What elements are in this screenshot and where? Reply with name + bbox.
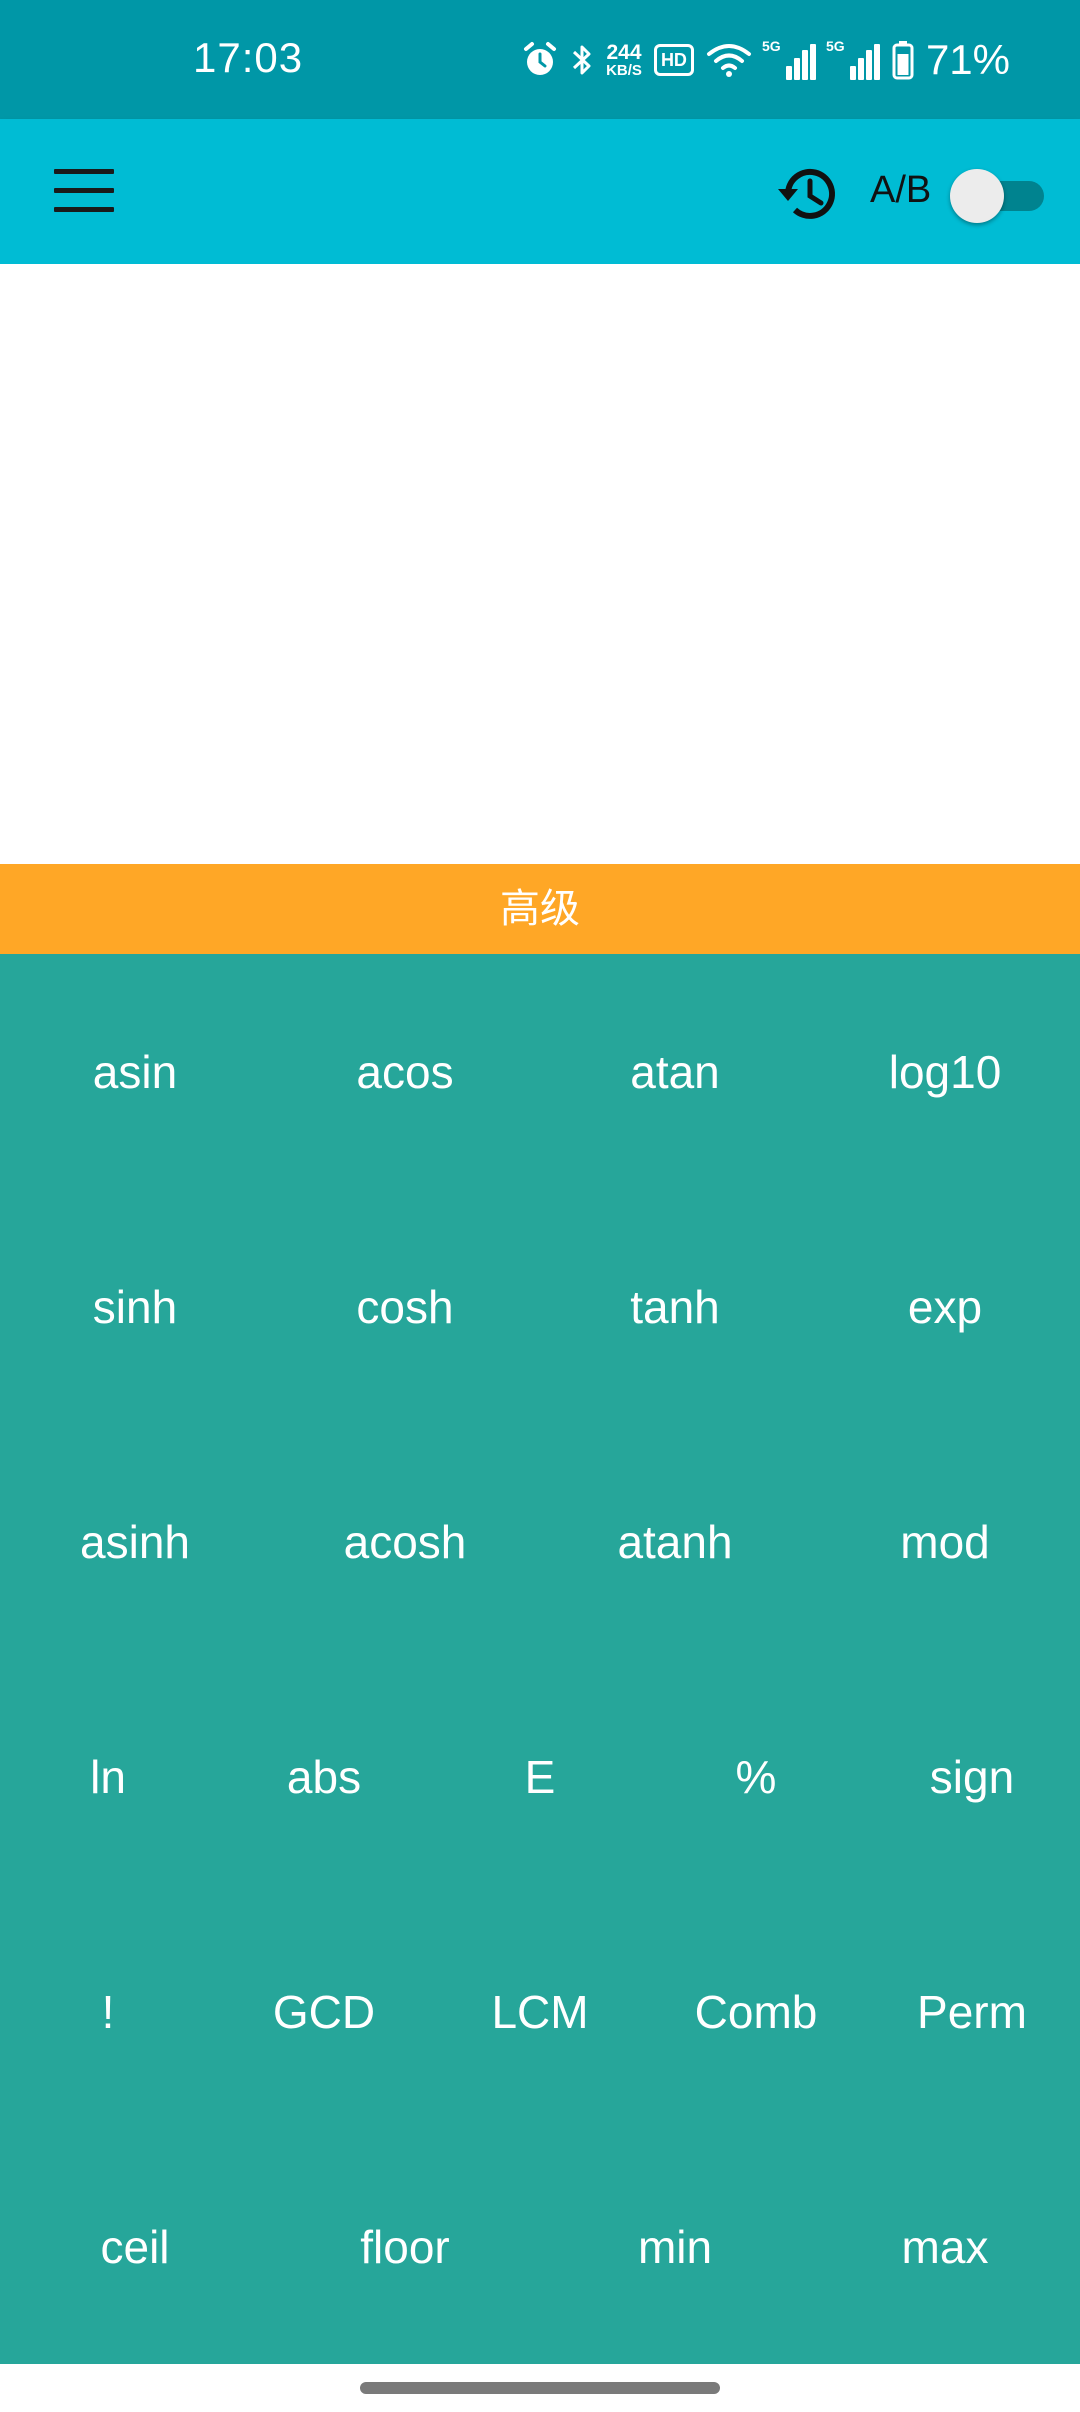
key-min[interactable]: min: [540, 2129, 810, 2364]
key-lcm[interactable]: LCM: [432, 1894, 648, 2129]
switch-thumb: [950, 169, 1004, 223]
home-indicator[interactable]: [360, 2382, 720, 2394]
key-acosh[interactable]: acosh: [270, 1424, 540, 1659]
alarm-icon: [522, 40, 558, 80]
key-acos[interactable]: acos: [270, 954, 540, 1189]
key-floor[interactable]: floor: [270, 2129, 540, 2364]
wifi-icon: [706, 40, 752, 80]
advanced-keypad: asin acos atan log10 sinh cosh tanh exp …: [0, 954, 1080, 2364]
network-speed: 244 KB/S: [606, 42, 642, 78]
signal-icon: 5G: [761, 38, 816, 80]
status-time: 17:03: [193, 34, 304, 81]
keypad-row: ln abs E % sign: [0, 1659, 1080, 1894]
key-asin[interactable]: asin: [0, 954, 270, 1189]
status-bar: 17:03 244 KB/S HD 5G 5G 71%: [0, 0, 1080, 119]
signal-2-label: 5G: [825, 38, 845, 54]
menu-icon[interactable]: [54, 169, 114, 215]
key-sign[interactable]: sign: [864, 1659, 1080, 1894]
keypad-row: ! GCD LCM Comb Perm: [0, 1894, 1080, 2129]
keypad-row: asinh acosh atanh mod: [0, 1424, 1080, 1659]
key-factorial[interactable]: !: [0, 1894, 216, 2129]
hd-voice-badge: HD: [653, 44, 694, 76]
keypad-row: ceil floor min max: [0, 2129, 1080, 2364]
key-e[interactable]: E: [432, 1659, 648, 1894]
ab-label: A/B: [870, 169, 932, 211]
key-log10[interactable]: log10: [810, 954, 1080, 1189]
navigation-bar: [0, 2364, 1080, 2412]
key-perm[interactable]: Perm: [864, 1894, 1080, 2129]
key-percent[interactable]: %: [648, 1659, 864, 1894]
signal-icon: 5G: [825, 38, 880, 80]
key-abs[interactable]: abs: [216, 1659, 432, 1894]
bluetooth-icon: [570, 40, 594, 80]
calculator-display[interactable]: [0, 264, 1080, 864]
calculator-screen: 17:03 244 KB/S HD 5G 5G 71% A/B 高级 asin …: [0, 0, 1080, 2412]
key-sinh[interactable]: sinh: [0, 1189, 270, 1424]
key-tanh[interactable]: tanh: [540, 1189, 810, 1424]
key-mod[interactable]: mod: [810, 1424, 1080, 1659]
key-ln[interactable]: ln: [0, 1659, 216, 1894]
signal-1-label: 5G: [761, 38, 781, 54]
battery-percent: 71%: [925, 36, 1010, 83]
status-icons: 244 KB/S HD 5G 5G 71%: [522, 34, 1010, 86]
keypad-row: sinh cosh tanh exp: [0, 1189, 1080, 1424]
app-toolbar: A/B: [0, 119, 1080, 264]
key-ceil[interactable]: ceil: [0, 2129, 270, 2364]
network-speed-unit: KB/S: [606, 62, 642, 79]
key-atan[interactable]: atan: [540, 954, 810, 1189]
key-max[interactable]: max: [810, 2129, 1080, 2364]
key-gcd[interactable]: GCD: [216, 1894, 432, 2129]
ab-toggle-switch[interactable]: [950, 169, 1046, 223]
key-comb[interactable]: Comb: [648, 1894, 864, 2129]
history-icon[interactable]: [776, 161, 842, 227]
network-speed-value: 244: [606, 41, 642, 64]
battery-icon: [892, 40, 914, 80]
key-exp[interactable]: exp: [810, 1189, 1080, 1424]
key-asinh[interactable]: asinh: [0, 1424, 270, 1659]
advanced-panel-toggle[interactable]: 高级: [0, 864, 1080, 954]
key-atanh[interactable]: atanh: [540, 1424, 810, 1659]
keypad-row: asin acos atan log10: [0, 954, 1080, 1189]
key-cosh[interactable]: cosh: [270, 1189, 540, 1424]
